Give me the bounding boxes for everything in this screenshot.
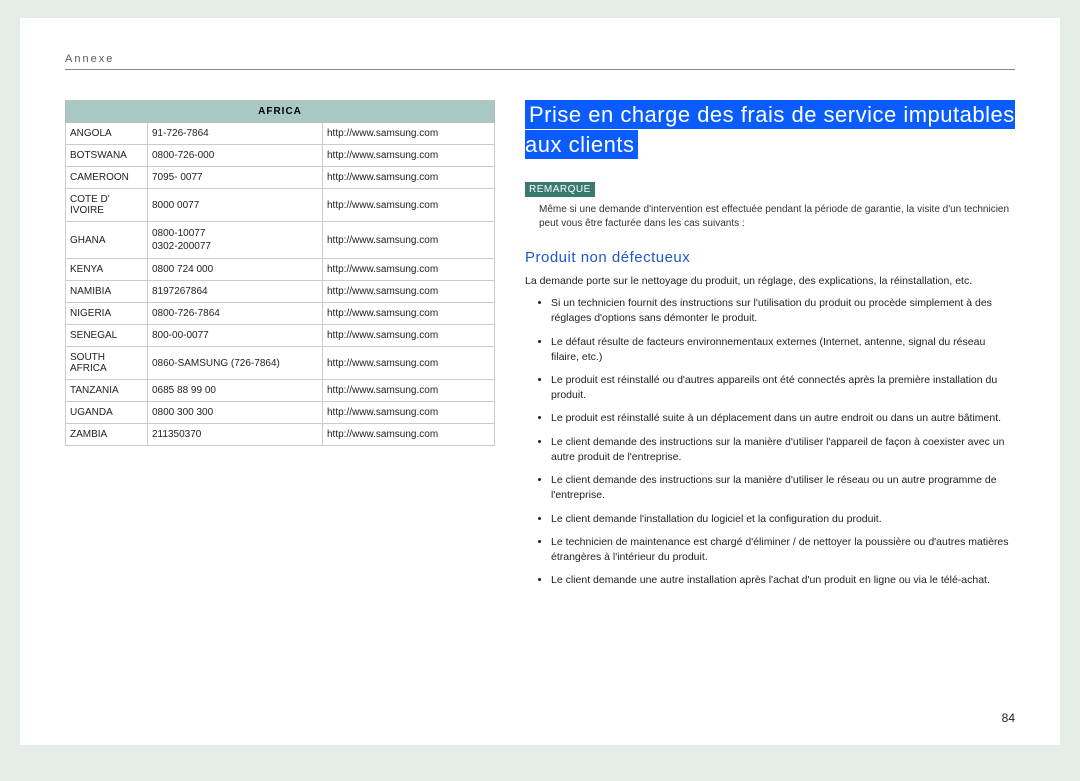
table-row: NIGERIA0800-726-7864http://www.samsung.c… [66, 303, 495, 325]
country-cell: SENEGAL [66, 325, 148, 347]
country-cell: BOTSWANA [66, 145, 148, 167]
url-cell: http://www.samsung.com [323, 402, 495, 424]
table-row: ZAMBIA211350370http://www.samsung.com [66, 424, 495, 446]
table-row: BOTSWANA0800-726-000http://www.samsung.c… [66, 145, 495, 167]
url-cell: http://www.samsung.com [323, 303, 495, 325]
table-row: SENEGAL800-00-0077http://www.samsung.com [66, 325, 495, 347]
left-column: AFRICA ANGOLA91-726-7864http://www.samsu… [65, 100, 495, 596]
country-cell: SOUTH AFRICA [66, 347, 148, 380]
list-item: Le client demande une autre installation… [551, 573, 1015, 588]
phone-cell: 0800-726-7864 [148, 303, 323, 325]
phone-cell: 0800-100770302-200077 [148, 222, 323, 259]
header-divider [65, 69, 1015, 70]
page-number: 84 [1002, 711, 1015, 725]
url-cell: http://www.samsung.com [323, 347, 495, 380]
table-row: UGANDA0800 300 300http://www.samsung.com [66, 402, 495, 424]
list-item: Le produit est réinstallé ou d'autres ap… [551, 373, 1015, 403]
bullet-list: Si un technicien fournit des instruction… [525, 296, 1015, 588]
country-cell: ANGOLA [66, 123, 148, 145]
phone-cell: 8197267864 [148, 281, 323, 303]
document-page: Annexe AFRICA ANGOLA91-726-7864http://ww… [20, 18, 1060, 745]
table-row: COTE D' IVOIRE8000 0077http://www.samsun… [66, 189, 495, 222]
phone-cell: 0860-SAMSUNG (726-7864) [148, 347, 323, 380]
url-cell: http://www.samsung.com [323, 380, 495, 402]
phone-cell: 800-00-0077 [148, 325, 323, 347]
country-cell: NAMIBIA [66, 281, 148, 303]
right-column: Prise en charge des frais de service imp… [525, 100, 1015, 596]
table-row: CAMEROON7095- 0077http://www.samsung.com [66, 167, 495, 189]
url-cell: http://www.samsung.com [323, 222, 495, 259]
country-cell: ZAMBIA [66, 424, 148, 446]
contact-table: AFRICA ANGOLA91-726-7864http://www.samsu… [65, 100, 495, 446]
table-row: SOUTH AFRICA0860-SAMSUNG (726-7864)http:… [66, 347, 495, 380]
url-cell: http://www.samsung.com [323, 259, 495, 281]
table-row: NAMIBIA8197267864http://www.samsung.com [66, 281, 495, 303]
phone-cell: 0800 300 300 [148, 402, 323, 424]
country-cell: TANZANIA [66, 380, 148, 402]
list-item: Le défaut résulte de facteurs environnem… [551, 335, 1015, 365]
url-cell: http://www.samsung.com [323, 424, 495, 446]
sub-heading: Produit non défectueux [525, 249, 1015, 266]
url-cell: http://www.samsung.com [323, 123, 495, 145]
country-cell: COTE D' IVOIRE [66, 189, 148, 222]
main-title-wrap: Prise en charge des frais de service imp… [525, 100, 1015, 159]
url-cell: http://www.samsung.com [323, 325, 495, 347]
table-row: GHANA0800-100770302-200077http://www.sam… [66, 222, 495, 259]
country-cell: KENYA [66, 259, 148, 281]
phone-cell: 91-726-7864 [148, 123, 323, 145]
country-cell: GHANA [66, 222, 148, 259]
phone-cell: 0800 724 000 [148, 259, 323, 281]
remark-text: Même si une demande d'intervention est e… [539, 203, 1015, 231]
url-cell: http://www.samsung.com [323, 189, 495, 222]
intro-text: La demande porte sur le nettoyage du pro… [525, 274, 1015, 290]
table-row: TANZANIA0685 88 99 00http://www.samsung.… [66, 380, 495, 402]
phone-cell: 211350370 [148, 424, 323, 446]
list-item: Le client demande des instructions sur l… [551, 473, 1015, 503]
url-cell: http://www.samsung.com [323, 281, 495, 303]
list-item: Le client demande l'installation du logi… [551, 512, 1015, 527]
phone-cell: 8000 0077 [148, 189, 323, 222]
two-column-layout: AFRICA ANGOLA91-726-7864http://www.samsu… [65, 100, 1015, 596]
table-row: ANGOLA91-726-7864http://www.samsung.com [66, 123, 495, 145]
country-cell: UGANDA [66, 402, 148, 424]
section-label: Annexe [65, 53, 1015, 69]
list-item: Le produit est réinstallé suite à un dép… [551, 411, 1015, 426]
phone-cell: 0685 88 99 00 [148, 380, 323, 402]
country-cell: NIGERIA [66, 303, 148, 325]
url-cell: http://www.samsung.com [323, 167, 495, 189]
remark-badge: REMARQUE [525, 182, 595, 197]
phone-cell: 7095- 0077 [148, 167, 323, 189]
table-row: KENYA0800 724 000http://www.samsung.com [66, 259, 495, 281]
url-cell: http://www.samsung.com [323, 145, 495, 167]
list-item: Le technicien de maintenance est chargé … [551, 535, 1015, 565]
main-title: Prise en charge des frais de service imp… [525, 100, 1015, 159]
region-header: AFRICA [66, 101, 495, 123]
list-item: Le client demande des instructions sur l… [551, 435, 1015, 465]
list-item: Si un technicien fournit des instruction… [551, 296, 1015, 326]
phone-cell: 0800-726-000 [148, 145, 323, 167]
country-cell: CAMEROON [66, 167, 148, 189]
